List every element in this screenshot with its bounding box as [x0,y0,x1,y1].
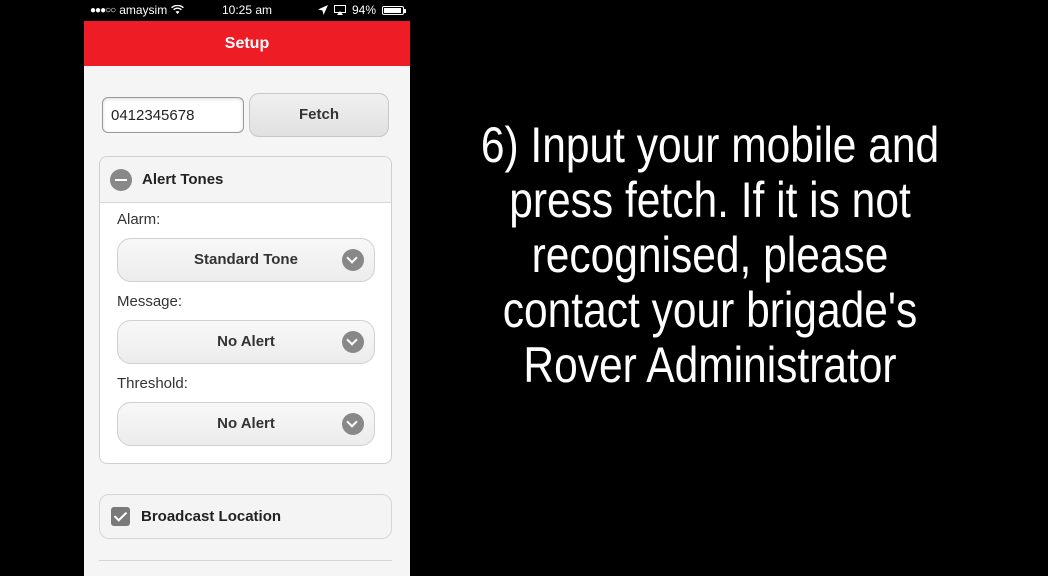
caption-line: press fetch. If it is not [509,172,911,228]
broadcast-location-label: Broadcast Location [141,508,282,525]
threshold-select-value: No Alert [217,415,275,432]
threshold-select[interactable]: No Alert [117,402,375,446]
alert-tones-panel: Alert Tones Alarm: Standard Tone Message… [99,156,392,464]
battery-percent: 94% [351,3,376,17]
threshold-label: Threshold: [117,375,188,392]
mobile-number-input[interactable] [102,97,244,133]
screen-mirror-icon [333,5,346,15]
location-arrow-icon [317,5,328,15]
alarm-select[interactable]: Standard Tone [117,238,375,282]
alert-tones-title: Alert Tones [142,171,224,188]
fetch-button[interactable]: Fetch [249,93,389,137]
chevron-down-icon [342,331,364,353]
alarm-label: Alarm: [117,211,161,228]
caption-line: contact your brigade's [502,282,918,338]
alarm-select-value: Standard Tone [194,251,298,268]
phone-screen: ●●●○○ amaysim 10:25 am 94% Setup Fetch [84,0,410,576]
message-select-value: No Alert [217,333,275,350]
divider [99,560,392,561]
page-title: Setup [84,21,410,66]
chevron-down-icon [342,249,364,271]
status-bar: ●●●○○ amaysim 10:25 am 94% [84,0,410,21]
message-label: Message: [117,293,183,310]
caption-line: 6) Input your mobile and [480,117,940,173]
caption-line: recognised, please [531,227,889,283]
collapse-minus-icon[interactable] [110,168,132,191]
broadcast-location-toggle[interactable]: Broadcast Location [99,494,392,539]
checkbox-checked-icon[interactable] [111,507,130,526]
alert-tones-header[interactable]: Alert Tones [100,157,391,203]
chevron-down-icon [342,413,364,435]
battery-icon [382,5,406,15]
instruction-caption: 6) Input your mobile and press fetch. If… [420,118,1000,393]
caption-line: Rover Administrator [523,337,897,393]
message-select[interactable]: No Alert [117,320,375,364]
